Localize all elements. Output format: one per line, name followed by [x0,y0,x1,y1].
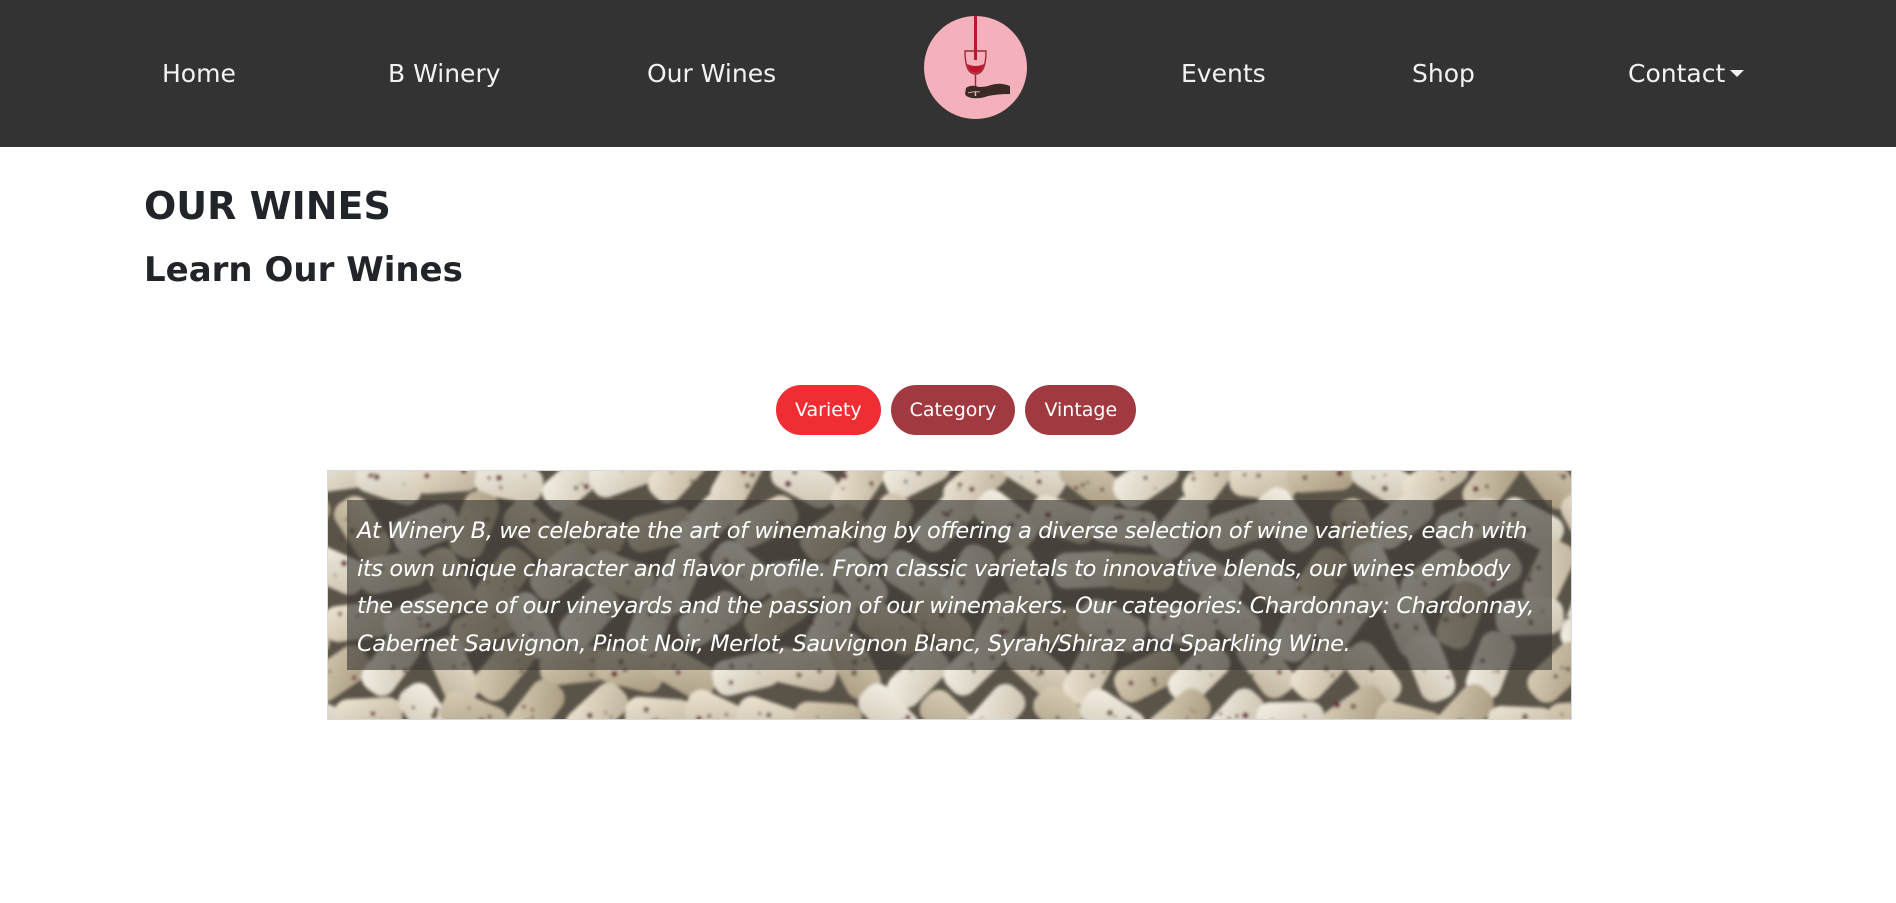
filter-category-button[interactable]: Category [890,385,1016,435]
wine-description-text: At Winery B, we celebrate the art of win… [357,518,1535,657]
filter-button-group: Variety Category Vintage [776,385,1137,435]
nav-home-link[interactable]: Home [162,57,236,91]
wine-glass-pour-icon [964,16,1010,99]
page-title: OUR WINES [144,184,391,228]
nav-contact-dropdown[interactable]: Contact [1628,57,1745,91]
nav-events-link[interactable]: Events [1181,57,1266,91]
filter-variety-button[interactable]: Variety [776,385,881,435]
nav-shop-link[interactable]: Shop [1412,57,1475,91]
wine-description-panel: At Winery B, we celebrate the art of win… [327,470,1572,720]
nav-contact-label: Contact [1628,59,1726,88]
top-navbar: Home B Winery Our Wines Events Shop Cont… [0,0,1896,147]
nav-our-wines-link[interactable]: Our Wines [647,57,776,91]
filter-vintage-button[interactable]: Vintage [1025,385,1137,435]
logo-wine-glass[interactable] [924,16,1027,119]
nav-b-winery-link[interactable]: B Winery [388,57,501,91]
page-subtitle: Learn Our Wines [144,250,463,290]
description-overlay: At Winery B, we celebrate the art of win… [347,500,1552,670]
caret-down-icon [1730,70,1745,77]
